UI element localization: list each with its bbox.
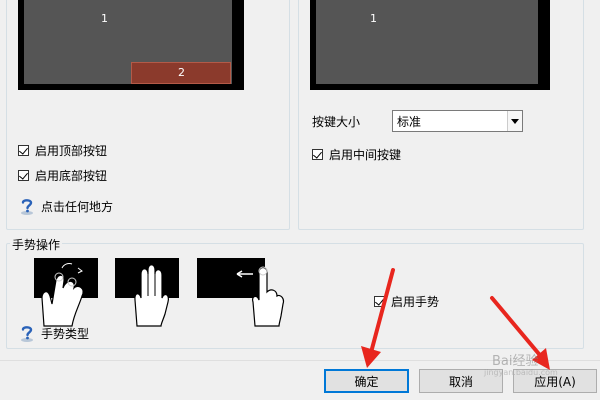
- button-size-label: 按键大小: [312, 115, 361, 129]
- gesture-types-label: 手势类型: [41, 326, 90, 341]
- enable-top-button-checkbox[interactable]: [18, 144, 29, 156]
- right-touchpad-preview: 1: [310, 0, 550, 90]
- click-anywhere-label: 点击任何地方: [41, 199, 114, 214]
- left-preview-screen: 1 2: [24, 0, 232, 84]
- bottom-zone-number: 2: [178, 66, 185, 79]
- right-preview-screen: 1: [316, 0, 538, 84]
- right-zone-number: 1: [370, 12, 377, 25]
- enable-middle-button-label: 启用中间按键: [329, 147, 402, 162]
- swipe-gesture-icon: [197, 258, 285, 327]
- top-zone-number: 1: [101, 12, 108, 25]
- watermark-url: jingyan.baidu.com: [484, 368, 558, 377]
- annotation-arrow-ok: [361, 268, 395, 368]
- button-size-value: 标准: [397, 114, 422, 129]
- enable-top-button-label: 启用顶部按钮: [35, 143, 108, 158]
- enable-middle-button-checkbox[interactable]: [312, 148, 323, 160]
- enable-middle-button-option[interactable]: 启用中间按键: [312, 146, 401, 162]
- left-touchpad-preview: 1 2: [18, 0, 244, 90]
- chevron-down-icon[interactable]: [507, 111, 522, 131]
- click-anywhere-help-link[interactable]: 点击任何地方: [17, 196, 113, 216]
- bottom-zone: 2: [131, 62, 231, 84]
- watermark-logo: Bai经验: [492, 354, 539, 369]
- help-icon: [21, 199, 33, 215]
- gesture-types-help-link[interactable]: 手势类型: [17, 323, 89, 343]
- ok-button[interactable]: 确定: [324, 369, 409, 393]
- rotate-gesture-icon: [34, 258, 98, 327]
- enable-top-button-option[interactable]: 启用顶部按钮: [18, 142, 107, 158]
- button-size-select[interactable]: 标准: [392, 110, 523, 132]
- three-finger-gesture-icon: [115, 258, 179, 327]
- gestures-group-title: 手势操作: [10, 236, 63, 253]
- help-icon: [21, 326, 33, 342]
- enable-bottom-button-option[interactable]: 启用底部按钮: [18, 167, 107, 183]
- enable-bottom-button-label: 启用底部按钮: [35, 168, 108, 183]
- enable-bottom-button-checkbox[interactable]: [18, 169, 29, 181]
